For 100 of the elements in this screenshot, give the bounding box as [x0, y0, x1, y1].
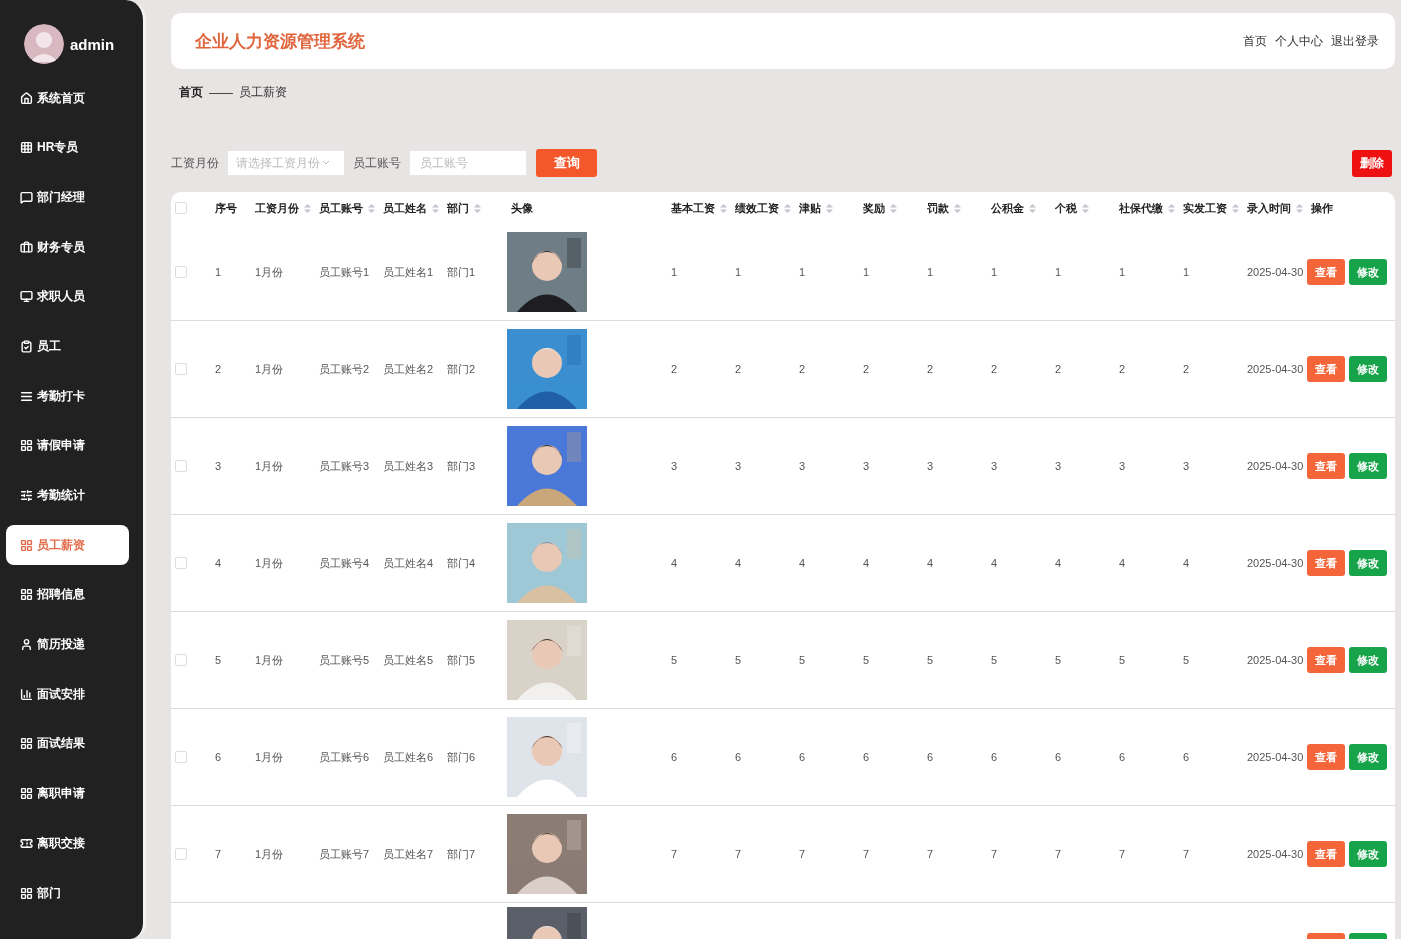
table-cell-text: 7 [1054, 848, 1063, 860]
table-cell-text: 3 [926, 460, 935, 472]
user-avatar [24, 24, 64, 64]
header-link[interactable]: 个人中心 [1275, 32, 1323, 50]
table-cell-text: 2 [1182, 363, 1191, 375]
column-header[interactable]: 个税 [1051, 200, 1115, 216]
breadcrumb-separator: —— [209, 85, 233, 100]
sort-icon[interactable] [720, 203, 727, 213]
grid-icon [20, 439, 33, 453]
sort-icon[interactable] [474, 203, 481, 213]
sidebar-item[interactable]: 离职申请 [6, 773, 129, 814]
delete-button[interactable]: 删除 [1352, 149, 1392, 177]
sidebar-item[interactable]: 考勤打卡 [6, 376, 129, 417]
table-cell-text: 4 [862, 557, 871, 569]
sidebar-item[interactable]: 请假申请 [6, 425, 129, 466]
sidebar-item[interactable]: 考勤统计 [6, 475, 129, 516]
sidebar-item[interactable]: 招聘信息 [6, 574, 129, 615]
sidebar-item[interactable]: 面试安排 [6, 674, 129, 715]
table-cell-text: 1月份 [254, 458, 285, 474]
table-cell-text: 1月份 [254, 652, 285, 668]
table-cell-text: 6 [734, 751, 743, 763]
column-header[interactable]: 社保代缴 [1115, 200, 1179, 216]
column-header[interactable]: 员工账号 [315, 200, 379, 216]
table-cell-text: 7 [1118, 848, 1127, 860]
sort-icon[interactable] [1232, 203, 1239, 213]
select-all-checkbox[interactable] [175, 202, 187, 214]
table-cell-text: 6 [990, 751, 999, 763]
sidebar-item[interactable]: 系统首页 [6, 78, 129, 118]
column-header[interactable]: 公积金 [987, 200, 1051, 216]
column-header[interactable]: 绩效工资 [731, 200, 795, 216]
table-cell-text: 员工账号6 [318, 749, 371, 765]
sort-icon[interactable] [826, 203, 833, 213]
column-header[interactable]: 津贴 [795, 200, 859, 216]
sort-icon[interactable] [304, 203, 311, 213]
column-header[interactable]: 工资月份 [251, 200, 315, 216]
account-field[interactable]: 员工账号 [409, 150, 527, 176]
table-cell-text: 1 [990, 266, 999, 278]
sort-icon[interactable] [954, 203, 961, 213]
grid-icon [20, 588, 33, 602]
table-cell-text: 7 [1182, 848, 1191, 860]
row-checkbox[interactable] [175, 266, 187, 278]
table-cell-text: 3 [798, 460, 807, 472]
row-checkbox[interactable] [175, 460, 187, 472]
sidebar-item[interactable]: 财务专员 [6, 227, 129, 268]
table-cell-text: 7 [214, 848, 223, 860]
header-link[interactable]: 退出登录 [1331, 32, 1379, 50]
sidebar-item[interactable]: 员工 [6, 326, 129, 367]
table-cell-text: 2 [926, 363, 935, 375]
breadcrumb-current: 员工薪资 [239, 84, 287, 101]
sidebar-item[interactable]: 离职交接 [6, 823, 129, 864]
column-header[interactable]: 奖励 [859, 200, 923, 216]
sort-icon[interactable] [432, 203, 439, 213]
table-cell-text: 员工账号2 [318, 361, 371, 377]
table-cell-text: 员工姓名5 [382, 652, 435, 668]
table-cell-text: 2025-04-30 [1246, 363, 1305, 375]
table-cell-text: 员工账号4 [318, 555, 371, 571]
table-cell-text: 1 [670, 266, 679, 278]
sort-icon[interactable] [890, 203, 897, 213]
sidebar-item[interactable]: 面试结果 [6, 723, 129, 764]
row-checkbox[interactable] [175, 363, 187, 375]
column-header: 操作 [1310, 200, 1334, 216]
sort-icon[interactable] [1082, 203, 1089, 213]
column-header[interactable]: 录入时间 [1243, 200, 1307, 216]
table-cell-text: 7 [670, 848, 679, 860]
table-cell-text: 4 [670, 557, 679, 569]
sort-icon[interactable] [368, 203, 375, 213]
table-cell-text: 2 [734, 363, 743, 375]
sort-icon[interactable] [1029, 203, 1036, 213]
row-checkbox[interactable] [175, 557, 187, 569]
sort-icon[interactable] [1168, 203, 1175, 213]
sort-icon[interactable] [1296, 203, 1303, 213]
row-checkbox[interactable] [175, 751, 187, 763]
sidebar-item[interactable]: 部门 [6, 873, 129, 913]
breadcrumb-link[interactable]: 首页 [179, 84, 203, 101]
row-checkbox[interactable] [175, 848, 187, 860]
home-icon [20, 91, 33, 105]
sidebar-item[interactable]: 简历投递 [6, 624, 129, 665]
column-header[interactable]: 基本工资 [667, 200, 731, 216]
column-header[interactable]: 罚款 [923, 200, 987, 216]
table-cell-text: 7 [862, 848, 871, 860]
table-cell-text: 5 [670, 654, 679, 666]
table-cell-text: 6 [862, 751, 871, 763]
table-cell-text: 4 [798, 557, 807, 569]
table-cell-text: 2 [1118, 363, 1127, 375]
sidebar-item[interactable]: HR专员 [6, 127, 129, 168]
column-header[interactable]: 员工姓名 [379, 200, 443, 216]
sidebar-item[interactable]: 求职人员 [6, 276, 129, 317]
sidebar-item[interactable]: 部门经理 [6, 177, 129, 218]
column-header[interactable]: 部门 [443, 200, 507, 216]
sort-icon[interactable] [784, 203, 791, 213]
table-cell-text: 4 [1118, 557, 1127, 569]
table-cell-text: 2 [798, 363, 807, 375]
table-cell-text: 5 [798, 654, 807, 666]
header-link[interactable]: 首页 [1243, 32, 1267, 50]
column-header[interactable]: 实发工资 [1179, 200, 1243, 216]
table-cell-text: 1 [214, 266, 223, 278]
table-cell-text: 4 [1054, 557, 1063, 569]
row-checkbox[interactable] [175, 654, 187, 666]
table-cell-text: 5 [1054, 654, 1063, 666]
table-cell-text: 1月份 [254, 555, 285, 571]
